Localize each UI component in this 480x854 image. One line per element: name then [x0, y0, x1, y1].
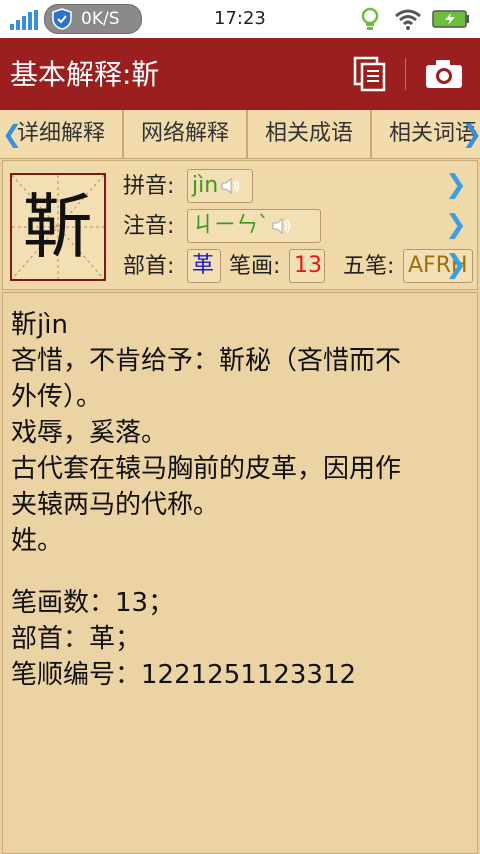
speaker-icon — [272, 217, 291, 235]
content-line: 吝惜，不肯给予：靳秘（吝惜而不 — [11, 346, 402, 376]
wubi-label: 五笔: — [343, 254, 395, 279]
radical-value[interactable]: 革 — [187, 249, 221, 283]
pinyin-label: 拼音: — [123, 174, 175, 199]
tab-bar: 详细解释 网络解释 相关成语 相关词语 ❮ ❯ — [0, 110, 480, 159]
network-speed-text: 0K/S — [81, 9, 120, 29]
content-line: 夹辕两马的代称。 — [11, 490, 220, 520]
strokes-value: 13 — [289, 249, 325, 283]
large-character: 靳 — [23, 186, 93, 268]
zhuyin-chevron-icon[interactable]: ❯ — [445, 211, 467, 239]
camera-icon[interactable] — [424, 58, 464, 90]
content-line: 笔画数：13； — [11, 588, 175, 618]
network-speed-pill[interactable]: 0K/S — [44, 4, 142, 34]
tab-scroll-right-icon[interactable]: ❯ — [462, 120, 480, 148]
content-line: 笔顺编号：1221251123312 — [11, 660, 357, 690]
copy-icon[interactable] — [352, 56, 388, 92]
zhuyin-label: 注音: — [123, 214, 175, 239]
character-grid-box: 靳 — [10, 173, 106, 281]
battery-charging-icon — [432, 10, 469, 28]
content-line: 戏辱，奚落。 — [11, 418, 168, 448]
speaker-icon — [221, 177, 240, 195]
title-bar: 基本解释:靳 — [0, 38, 480, 110]
signal-strength-icon — [10, 10, 38, 30]
zhuyin-play-button[interactable]: ㄐㄧㄣˋ — [187, 209, 321, 243]
strokes-label: 笔画: — [229, 254, 281, 279]
tab-scroll-left-icon[interactable]: ❮ — [2, 120, 22, 148]
explanation-content: 靳jìn 吝惜，不肯给予：靳秘（吝惜而不 外传）。 戏辱，奚落。 古代套在辕马胸… — [2, 292, 478, 854]
content-line: 姓。 — [11, 526, 64, 556]
content-line: 古代套在辕马胸前的皮革，因用作 — [11, 454, 402, 484]
toolbar-divider — [405, 58, 406, 90]
tab-related-idioms[interactable]: 相关成语 — [248, 110, 372, 158]
status-bar: 0K/S 17:23 — [0, 0, 480, 38]
tab-web-explanation[interactable]: 网络解释 — [124, 110, 248, 158]
shield-icon — [52, 8, 72, 30]
character-info-panel: 靳 拼音: jìn ❯ 注音: ㄐㄧㄣˋ ❯ 部首: 革 笔画: 13 五笔: … — [2, 160, 478, 290]
pinyin-chevron-icon[interactable]: ❯ — [445, 171, 467, 199]
zhuyin-value: ㄐㄧㄣˋ — [192, 213, 270, 238]
clock-time: 17:23 — [214, 8, 266, 29]
bulb-icon — [361, 7, 379, 30]
radical-label: 部首: — [123, 254, 175, 279]
content-line: 部首：革； — [11, 624, 142, 654]
wubi-chevron-icon[interactable]: ❯ — [445, 251, 467, 279]
wifi-icon — [395, 9, 421, 30]
pinyin-play-button[interactable]: jìn — [187, 169, 253, 203]
content-line: 外传）。 — [11, 382, 103, 412]
pinyin-value: jìn — [192, 173, 219, 198]
page-title: 基本解释:靳 — [10, 58, 160, 91]
content-line: 靳jìn — [11, 310, 68, 340]
